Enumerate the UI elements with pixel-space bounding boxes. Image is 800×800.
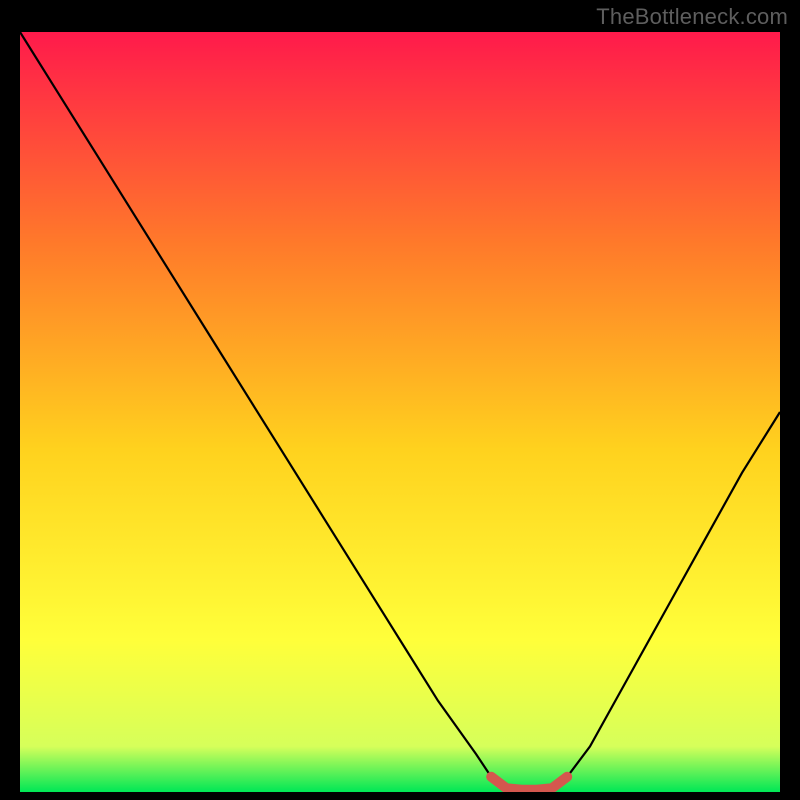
chart-frame: TheBottleneck.com xyxy=(0,0,800,800)
gradient-background xyxy=(20,32,780,792)
chart-svg xyxy=(20,32,780,792)
plot-area xyxy=(20,32,780,792)
attribution-label: TheBottleneck.com xyxy=(596,4,788,30)
